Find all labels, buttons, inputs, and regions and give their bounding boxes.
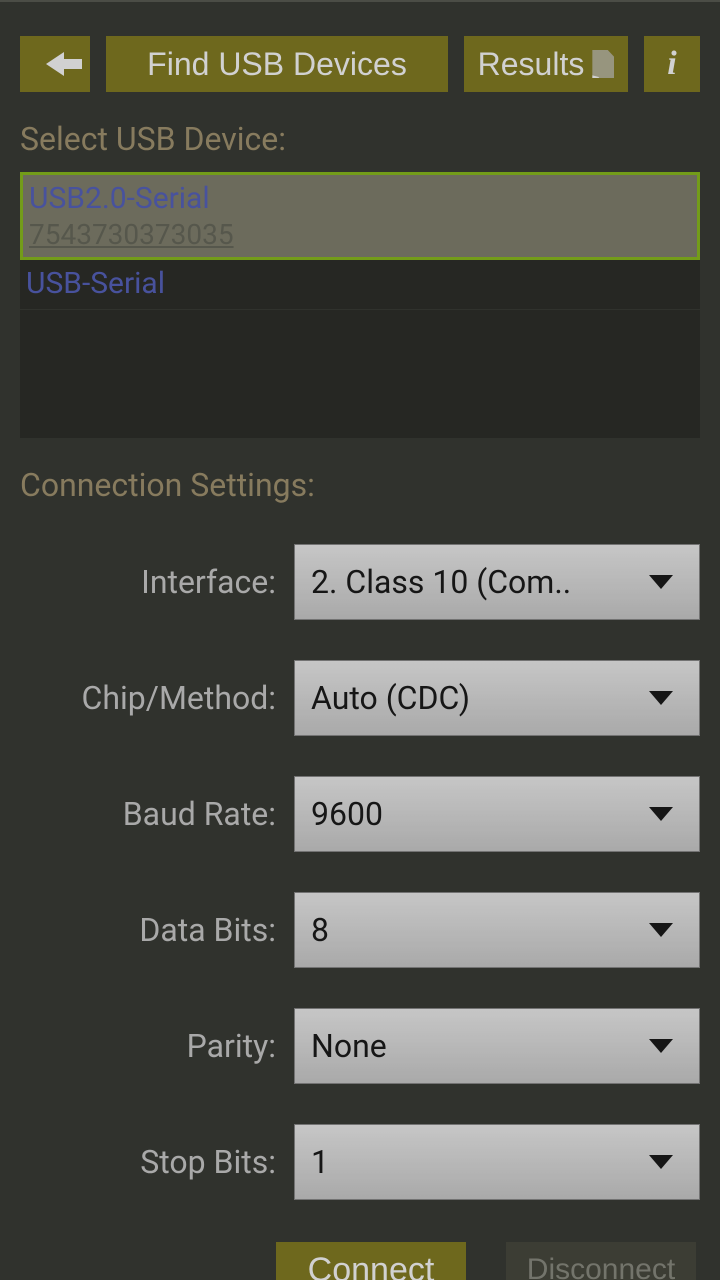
back-button[interactable] (20, 36, 90, 92)
device-item-selected[interactable]: USB2.0-Serial 7543730373035 (20, 172, 700, 260)
label-baud: Baud Rate: (20, 795, 294, 833)
chevron-down-icon (649, 1155, 673, 1169)
row-chip: Chip/Method: Auto (CDC) (20, 660, 700, 736)
connection-settings-label: Connection Settings: (20, 466, 700, 504)
results-label: Results (478, 46, 585, 83)
label-chip: Chip/Method: (20, 679, 294, 717)
device-name: USB2.0-Serial (29, 179, 691, 218)
chevron-down-icon (649, 575, 673, 589)
settings-panel: Interface: 2. Class 10 (Com.. Chip/Metho… (20, 544, 700, 1200)
label-interface: Interface: (20, 563, 294, 601)
results-button[interactable]: Results (464, 36, 628, 92)
dropdown-chip[interactable]: Auto (CDC) (294, 660, 700, 736)
connect-button[interactable]: Connect (276, 1242, 466, 1280)
disconnect-button[interactable]: Disconnect (506, 1242, 696, 1280)
dropdown-interface[interactable]: 2. Class 10 (Com.. (294, 544, 700, 620)
row-parity: Parity: None (20, 1008, 700, 1084)
label-stopbits: Stop Bits: (20, 1143, 294, 1181)
dropdown-value: Auto (CDC) (311, 679, 470, 717)
chevron-down-icon (649, 807, 673, 821)
chevron-down-icon (649, 691, 673, 705)
dropdown-baud[interactable]: 9600 (294, 776, 700, 852)
find-usb-button[interactable]: Find USB Devices (106, 36, 448, 92)
dropdown-parity[interactable]: None (294, 1008, 700, 1084)
device-serial: 7543730373035 (29, 218, 691, 251)
page-root: Find USB Devices Results i Select USB De… (0, 0, 720, 1280)
info-button[interactable]: i (644, 36, 700, 92)
dropdown-databits[interactable]: 8 (294, 892, 700, 968)
dropdown-value: 9600 (311, 795, 383, 833)
chevron-down-icon (649, 1039, 673, 1053)
row-stopbits: Stop Bits: 1 (20, 1124, 700, 1200)
cursor-icon (583, 66, 600, 83)
header: Find USB Devices Results i (20, 36, 700, 92)
row-baud: Baud Rate: 9600 (20, 776, 700, 852)
device-name: USB-Serial (26, 264, 694, 303)
chevron-down-icon (649, 923, 673, 937)
arrow-left-icon (46, 52, 64, 76)
bottom-buttons: Connect Disconnect (20, 1242, 700, 1280)
label-databits: Data Bits: (20, 911, 294, 949)
document-icon (592, 50, 614, 78)
device-list: USB2.0-Serial 7543730373035 USB-Serial (20, 172, 700, 438)
label-parity: Parity: (20, 1027, 294, 1065)
dropdown-value: 1 (311, 1143, 329, 1181)
row-interface: Interface: 2. Class 10 (Com.. (20, 544, 700, 620)
row-databits: Data Bits: 8 (20, 892, 700, 968)
dropdown-stopbits[interactable]: 1 (294, 1124, 700, 1200)
select-device-label: Select USB Device: (20, 120, 700, 158)
dropdown-value: 2. Class 10 (Com.. (311, 563, 571, 601)
device-item[interactable]: USB-Serial (20, 260, 700, 310)
dropdown-value: 8 (311, 911, 329, 949)
dropdown-value: None (311, 1027, 387, 1065)
